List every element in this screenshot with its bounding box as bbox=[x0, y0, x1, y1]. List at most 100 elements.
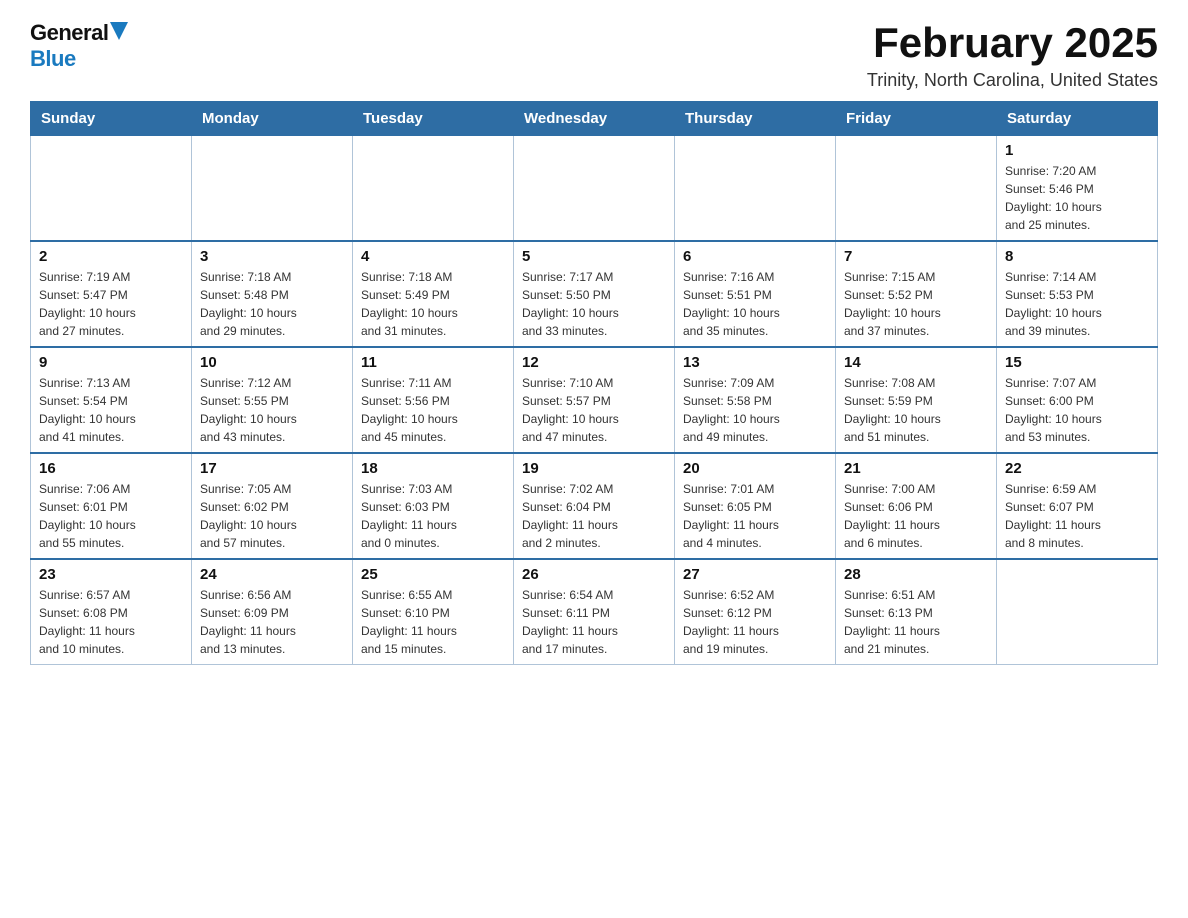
day-number: 26 bbox=[522, 566, 666, 583]
day-number: 20 bbox=[683, 460, 827, 477]
day-number: 10 bbox=[200, 354, 344, 371]
calendar-cell bbox=[997, 559, 1158, 665]
day-number: 23 bbox=[39, 566, 183, 583]
calendar-cell: 17 Sunrise: 7:05 AMSunset: 6:02 PMDayligh… bbox=[192, 453, 353, 559]
day-info: Sunrise: 7:08 AMSunset: 5:59 PMDaylight:… bbox=[844, 374, 988, 446]
calendar-cell: 24 Sunrise: 6:56 AMSunset: 6:09 PMDayligh… bbox=[192, 559, 353, 665]
calendar-cell: 16 Sunrise: 7:06 AMSunset: 6:01 PMDayligh… bbox=[31, 453, 192, 559]
day-number: 17 bbox=[200, 460, 344, 477]
logo-general-text: General bbox=[30, 20, 108, 46]
calendar-cell: 2 Sunrise: 7:19 AMSunset: 5:47 PMDaylight… bbox=[31, 241, 192, 347]
calendar-cell: 5 Sunrise: 7:17 AMSunset: 5:50 PMDaylight… bbox=[514, 241, 675, 347]
day-number: 7 bbox=[844, 248, 988, 265]
calendar-cell bbox=[31, 136, 192, 242]
calendar-header-friday: Friday bbox=[836, 102, 997, 136]
day-info: Sunrise: 7:00 AMSunset: 6:06 PMDaylight:… bbox=[844, 480, 988, 552]
day-info: Sunrise: 7:16 AMSunset: 5:51 PMDaylight:… bbox=[683, 268, 827, 340]
month-title: February 2025 bbox=[867, 20, 1158, 66]
calendar-cell: 21 Sunrise: 7:00 AMSunset: 6:06 PMDayligh… bbox=[836, 453, 997, 559]
day-info: Sunrise: 7:13 AMSunset: 5:54 PMDaylight:… bbox=[39, 374, 183, 446]
title-block: February 2025 Trinity, North Carolina, U… bbox=[867, 20, 1158, 91]
calendar-week-row: 16 Sunrise: 7:06 AMSunset: 6:01 PMDayligh… bbox=[31, 453, 1158, 559]
day-info: Sunrise: 7:14 AMSunset: 5:53 PMDaylight:… bbox=[1005, 268, 1149, 340]
calendar-cell: 12Sunrise: 7:10 AMSunset: 5:57 PMDayligh… bbox=[514, 347, 675, 453]
calendar-week-row: 9Sunrise: 7:13 AMSunset: 5:54 PMDaylight… bbox=[31, 347, 1158, 453]
day-info: Sunrise: 6:59 AMSunset: 6:07 PMDaylight:… bbox=[1005, 480, 1149, 552]
calendar-cell: 20 Sunrise: 7:01 AMSunset: 6:05 PMDayligh… bbox=[675, 453, 836, 559]
day-info: Sunrise: 7:06 AMSunset: 6:01 PMDaylight:… bbox=[39, 480, 183, 552]
day-number: 3 bbox=[200, 248, 344, 265]
day-info: Sunrise: 6:54 AMSunset: 6:11 PMDaylight:… bbox=[522, 586, 666, 658]
calendar-cell bbox=[353, 136, 514, 242]
day-info: Sunrise: 7:07 AMSunset: 6:00 PMDaylight:… bbox=[1005, 374, 1149, 446]
calendar-header-thursday: Thursday bbox=[675, 102, 836, 136]
day-info: Sunrise: 7:03 AMSunset: 6:03 PMDaylight:… bbox=[361, 480, 505, 552]
calendar-cell: 23 Sunrise: 6:57 AMSunset: 6:08 PMDayligh… bbox=[31, 559, 192, 665]
day-info: Sunrise: 7:19 AMSunset: 5:47 PMDaylight:… bbox=[39, 268, 183, 340]
day-number: 11 bbox=[361, 354, 505, 371]
calendar-cell bbox=[514, 136, 675, 242]
calendar-week-row: 23 Sunrise: 6:57 AMSunset: 6:08 PMDayligh… bbox=[31, 559, 1158, 665]
calendar-cell: 15 Sunrise: 7:07 AMSunset: 6:00 PMDayligh… bbox=[997, 347, 1158, 453]
day-number: 27 bbox=[683, 566, 827, 583]
day-number: 12 bbox=[522, 354, 666, 371]
day-number: 18 bbox=[361, 460, 505, 477]
calendar-cell: 7 Sunrise: 7:15 AMSunset: 5:52 PMDaylight… bbox=[836, 241, 997, 347]
day-number: 13 bbox=[683, 354, 827, 371]
calendar-cell: 26 Sunrise: 6:54 AMSunset: 6:11 PMDayligh… bbox=[514, 559, 675, 665]
day-number: 24 bbox=[200, 566, 344, 583]
day-number: 25 bbox=[361, 566, 505, 583]
day-number: 1 bbox=[1005, 142, 1149, 159]
calendar-cell bbox=[836, 136, 997, 242]
calendar-cell: 4 Sunrise: 7:18 AMSunset: 5:49 PMDaylight… bbox=[353, 241, 514, 347]
day-info: Sunrise: 7:02 AMSunset: 6:04 PMDaylight:… bbox=[522, 480, 666, 552]
day-number: 21 bbox=[844, 460, 988, 477]
calendar-cell: 13Sunrise: 7:09 AMSunset: 5:58 PMDayligh… bbox=[675, 347, 836, 453]
calendar-header-row: SundayMondayTuesdayWednesdayThursdayFrid… bbox=[31, 102, 1158, 136]
calendar-cell: 27 Sunrise: 6:52 AMSunset: 6:12 PMDayligh… bbox=[675, 559, 836, 665]
logo: General Blue bbox=[30, 20, 128, 72]
day-info: Sunrise: 6:52 AMSunset: 6:12 PMDaylight:… bbox=[683, 586, 827, 658]
calendar-cell: 19Sunrise: 7:02 AMSunset: 6:04 PMDayligh… bbox=[514, 453, 675, 559]
day-number: 15 bbox=[1005, 354, 1149, 371]
day-info: Sunrise: 6:56 AMSunset: 6:09 PMDaylight:… bbox=[200, 586, 344, 658]
day-number: 8 bbox=[1005, 248, 1149, 265]
day-info: Sunrise: 7:15 AMSunset: 5:52 PMDaylight:… bbox=[844, 268, 988, 340]
calendar-cell: 8 Sunrise: 7:14 AMSunset: 5:53 PMDaylight… bbox=[997, 241, 1158, 347]
calendar-header-monday: Monday bbox=[192, 102, 353, 136]
calendar-cell: 6 Sunrise: 7:16 AMSunset: 5:51 PMDaylight… bbox=[675, 241, 836, 347]
day-number: 14 bbox=[844, 354, 988, 371]
calendar-header-saturday: Saturday bbox=[997, 102, 1158, 136]
day-info: Sunrise: 7:18 AMSunset: 5:48 PMDaylight:… bbox=[200, 268, 344, 340]
day-info: Sunrise: 7:01 AMSunset: 6:05 PMDaylight:… bbox=[683, 480, 827, 552]
calendar-header-tuesday: Tuesday bbox=[353, 102, 514, 136]
calendar-header-sunday: Sunday bbox=[31, 102, 192, 136]
calendar-cell bbox=[192, 136, 353, 242]
day-number: 5 bbox=[522, 248, 666, 265]
location-text: Trinity, North Carolina, United States bbox=[867, 70, 1158, 91]
page-header: General Blue February 2025 Trinity, Nort… bbox=[30, 20, 1158, 91]
calendar-cell bbox=[675, 136, 836, 242]
calendar-cell: 22Sunrise: 6:59 AMSunset: 6:07 PMDayligh… bbox=[997, 453, 1158, 559]
day-info: Sunrise: 6:57 AMSunset: 6:08 PMDaylight:… bbox=[39, 586, 183, 658]
calendar-week-row: 2 Sunrise: 7:19 AMSunset: 5:47 PMDaylight… bbox=[31, 241, 1158, 347]
calendar-cell: 9Sunrise: 7:13 AMSunset: 5:54 PMDaylight… bbox=[31, 347, 192, 453]
calendar-cell: 28Sunrise: 6:51 AMSunset: 6:13 PMDayligh… bbox=[836, 559, 997, 665]
day-number: 4 bbox=[361, 248, 505, 265]
day-number: 16 bbox=[39, 460, 183, 477]
calendar-cell: 18 Sunrise: 7:03 AMSunset: 6:03 PMDayligh… bbox=[353, 453, 514, 559]
day-number: 2 bbox=[39, 248, 183, 265]
day-info: Sunrise: 7:12 AMSunset: 5:55 PMDaylight:… bbox=[200, 374, 344, 446]
logo-blue-text: Blue bbox=[30, 46, 76, 72]
day-number: 6 bbox=[683, 248, 827, 265]
calendar-week-row: 1 Sunrise: 7:20 AMSunset: 5:46 PMDaylight… bbox=[31, 136, 1158, 242]
day-info: Sunrise: 7:20 AMSunset: 5:46 PMDaylight:… bbox=[1005, 162, 1149, 234]
logo-arrow-icon bbox=[110, 22, 128, 40]
day-info: Sunrise: 7:18 AMSunset: 5:49 PMDaylight:… bbox=[361, 268, 505, 340]
day-info: Sunrise: 6:51 AMSunset: 6:13 PMDaylight:… bbox=[844, 586, 988, 658]
day-info: Sunrise: 7:05 AMSunset: 6:02 PMDaylight:… bbox=[200, 480, 344, 552]
calendar-table: SundayMondayTuesdayWednesdayThursdayFrid… bbox=[30, 101, 1158, 665]
calendar-cell: 10 Sunrise: 7:12 AMSunset: 5:55 PMDayligh… bbox=[192, 347, 353, 453]
calendar-header-wednesday: Wednesday bbox=[514, 102, 675, 136]
day-info: Sunrise: 7:17 AMSunset: 5:50 PMDaylight:… bbox=[522, 268, 666, 340]
